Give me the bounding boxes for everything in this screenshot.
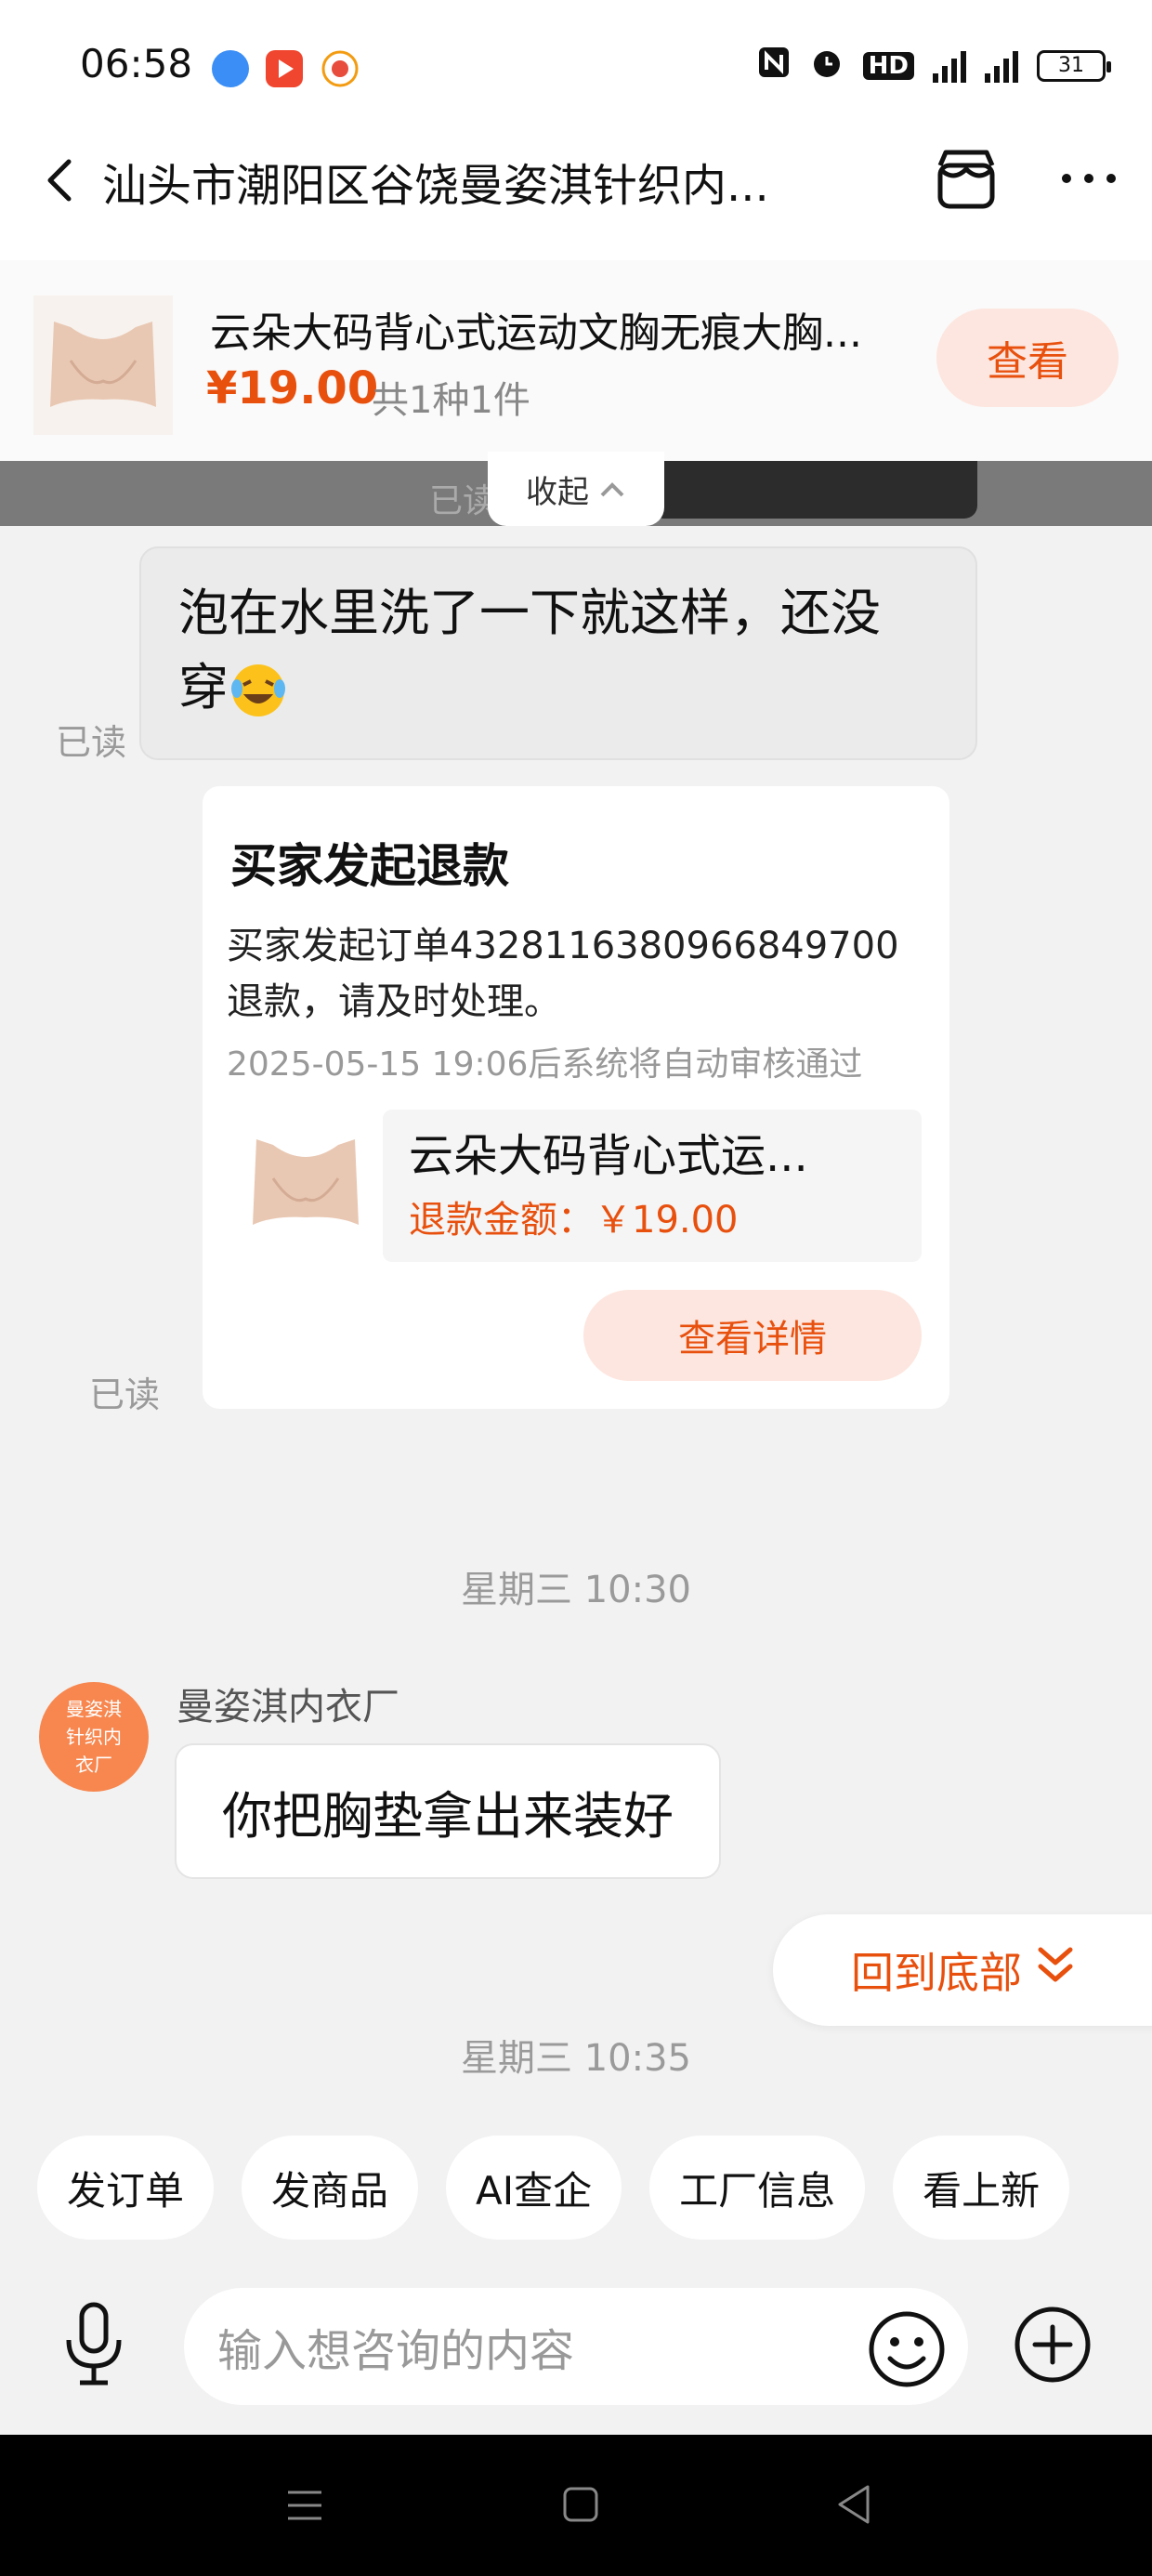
refund-amount: 退款金额：￥19.00 (409, 1199, 739, 1242)
read-status-1: 已读 (56, 722, 127, 763)
quick-action-ai-company[interactable]: AI查企 (446, 2136, 622, 2240)
back-to-bottom-label: 回到底部 (851, 1948, 1022, 1998)
system-back-icon[interactable] (834, 2483, 873, 2526)
laughing-tears-emoji-icon (229, 661, 288, 720)
previous-image-bubble[interactable] (650, 461, 977, 519)
refund-card-desc: 买家发起订单4328116380966849700退款，请及时处理。 (227, 925, 899, 1023)
hd-icon: HD (862, 51, 914, 80)
quick-action-new-arrivals[interactable]: 看上新 (893, 2136, 1070, 2240)
battery-icon: 31 (1037, 49, 1111, 82)
alarm-icon (809, 45, 844, 86)
buyer-message-line1: 泡在水里洗了一下就这样，还没 (178, 584, 881, 642)
recent-apps-icon[interactable] (284, 2487, 325, 2524)
seller-avatar-text: 曼姿淇针织内衣厂 (66, 1698, 122, 1776)
browser-app-icon (212, 50, 249, 87)
shop-icon[interactable] (933, 147, 1000, 212)
nfc-icon (757, 46, 791, 85)
refund-card-title: 买家发起退款 (230, 839, 509, 893)
seller-avatar[interactable]: 曼姿淇针织内衣厂 (39, 1682, 149, 1792)
strip-read-label: 已读 (429, 482, 497, 520)
chevron-up-icon (598, 470, 626, 507)
message-input[interactable]: 输入想咨询的内容 (184, 2288, 968, 2405)
home-icon[interactable] (561, 2485, 600, 2524)
signal-1-icon (933, 49, 966, 83)
view-product-button[interactable]: 查看 (936, 309, 1119, 407)
back-to-bottom-button[interactable]: 回到底部 (773, 1914, 1152, 2026)
quick-action-send-product[interactable]: 发商品 (242, 2136, 419, 2240)
product-thumbnail[interactable] (33, 296, 173, 435)
seller-message-bubble[interactable]: 你把胸垫拿出来装好 (175, 1743, 721, 1879)
signal-2-icon (985, 49, 1018, 83)
product-price: ¥19.00 (206, 362, 379, 414)
buyer-message-line2: 穿 (178, 658, 229, 716)
product-count: 共1种1件 (372, 379, 530, 422)
collapse-button[interactable]: 收起 (488, 452, 664, 526)
quick-action-factory-info[interactable]: 工厂信息 (649, 2136, 866, 2240)
collapse-label: 收起 (526, 473, 589, 511)
status-time: 06:58 (80, 41, 193, 86)
page-title: 汕头市潮阳区谷饶曼姿淇针织内... (102, 160, 769, 212)
status-indicators: HD 31 (757, 45, 1111, 86)
product-title[interactable]: 云朵大码背心式运动文胸无痕大胸... (210, 299, 925, 359)
refund-card-note: 2025-05-15 19:06后系统将自动审核通过 (227, 1045, 863, 1084)
quick-action-send-order[interactable]: 发订单 (37, 2136, 215, 2240)
back-arrow-icon[interactable] (37, 152, 84, 208)
more-options-icon[interactable] (1059, 167, 1119, 190)
view-details-button[interactable]: 查看详情 (583, 1290, 922, 1381)
emoji-icon[interactable] (866, 2308, 948, 2390)
58-app-icon (321, 50, 359, 87)
quick-actions-row: 发订单 发商品 AI查企 工厂信息 看上新 (37, 2136, 1070, 2240)
microphone-icon[interactable] (61, 2299, 126, 2388)
buyer-message-bubble[interactable]: 泡在水里洗了一下就这样，还没 穿 (139, 546, 977, 760)
add-attachment-icon[interactable] (1013, 2305, 1093, 2385)
refund-item-thumbnail (236, 1113, 375, 1253)
seller-name: 曼姿淇内衣厂 (177, 1686, 399, 1728)
seller-message-text: 你把胸垫拿出来装好 (222, 1786, 674, 1846)
timestamp-2: 星期三 10:35 (461, 2037, 691, 2080)
timestamp-1: 星期三 10:30 (461, 1569, 691, 1611)
video-app-icon (266, 50, 303, 87)
read-status-2: 已读 (89, 1374, 161, 1415)
refund-item-title: 云朵大码背心式运... (409, 1130, 808, 1182)
double-chevron-down-icon (1035, 1942, 1076, 1999)
